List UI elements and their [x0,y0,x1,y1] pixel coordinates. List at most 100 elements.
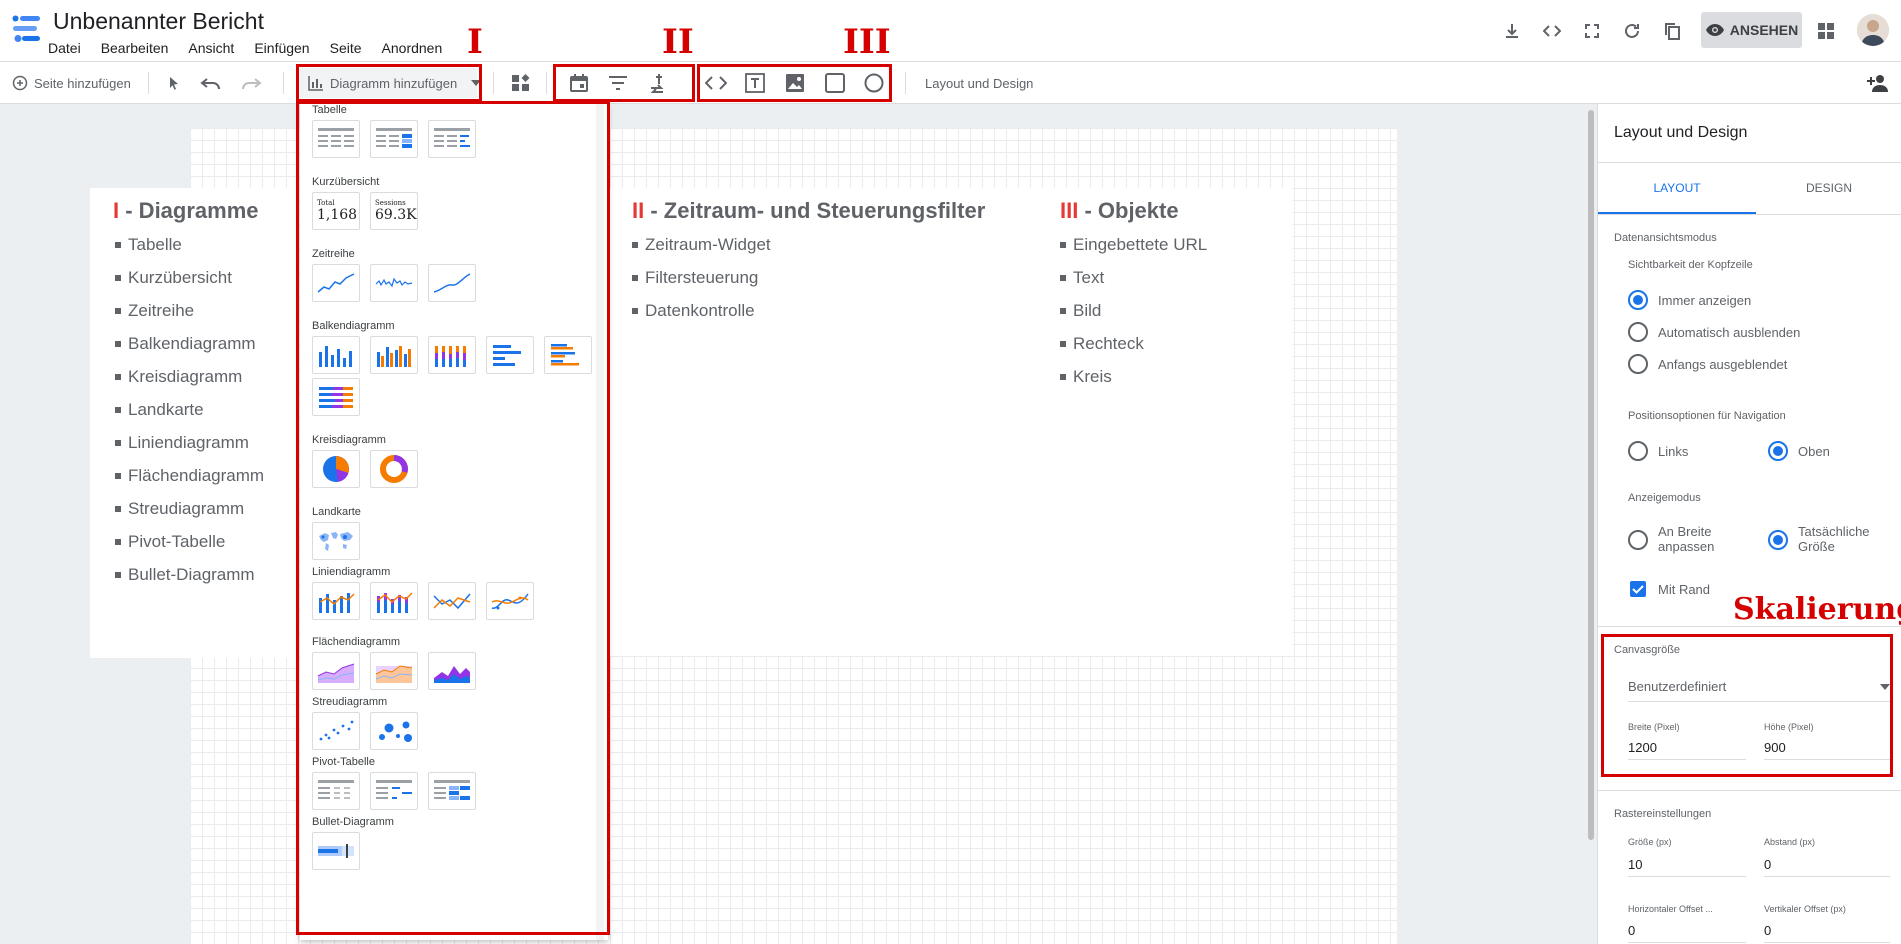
menu-ansicht[interactable]: Ansicht [188,38,234,58]
line-chart-option[interactable] [428,582,476,620]
stacked-combo-option[interactable] [370,582,418,620]
select-pointer-icon[interactable] [166,69,182,97]
geo-map-option[interactable] [312,522,360,560]
image-icon[interactable] [785,69,805,97]
list-item: Bullet-Diagramm [115,558,264,591]
column-chart-option[interactable] [312,336,360,374]
embed-url-icon[interactable] [705,69,727,97]
layout-design-button[interactable]: Layout und Design [925,69,1033,97]
header-visibility-label: Sichtbarkeit der Kopfzeile [1628,259,1753,271]
menu-einfuegen[interactable]: Einfügen [254,38,309,58]
table-chart-option[interactable] [312,120,360,158]
bubble-chart-option[interactable] [370,712,418,750]
refresh-icon[interactable] [1617,16,1647,46]
menu-seite[interactable]: Seite [330,38,362,58]
section-label-area: Flächendiagramm [312,636,401,648]
add-chart-button[interactable]: Diagramm hinzufügen [300,68,482,98]
toolbar-divider [546,72,547,94]
pivot-table-option[interactable] [312,772,360,810]
apps-grid-icon[interactable] [1811,16,1841,46]
pie-chart-option[interactable] [312,450,360,488]
section-label-scatter: Streudiagramm [312,696,388,708]
canvas-size-select[interactable]: Benutzerdefiniert [1628,672,1890,702]
tab-design[interactable]: DESIGN [1756,162,1901,214]
copy-icon[interactable] [1657,16,1687,46]
list-item: Flächendiagramm [115,459,264,492]
scorecard-compact-option[interactable]: Sessions 69.3K [370,192,418,230]
data-control-icon[interactable] [647,69,667,97]
share-add-person-icon[interactable] [1866,69,1890,97]
stacked-area-option[interactable] [370,652,418,690]
radio-always-show[interactable] [1628,290,1648,310]
redo-icon[interactable] [240,69,262,97]
tab-layout[interactable]: LAYOUT [1598,162,1756,214]
scrollbar-thumb[interactable] [1588,110,1594,840]
circle-icon[interactable] [864,69,884,97]
bullet-chart-option[interactable] [312,832,360,870]
bar-chart-option[interactable] [486,336,534,374]
download-icon[interactable] [1497,16,1527,46]
smoothed-timeseries-option[interactable] [428,264,476,302]
v-offset-input[interactable]: 0 [1764,923,1890,943]
list-item: Streudiagramm [115,492,264,525]
scorecard-option[interactable]: Total 1,168 [312,192,360,230]
view-button[interactable]: ANSEHEN [1701,12,1802,48]
radio-nav-top[interactable] [1768,441,1788,461]
avatar[interactable] [1857,14,1889,46]
text-box-group-filters-objects[interactable]: II - Zeitraum- und Steuerungsfilter Zeit… [610,188,1292,656]
undo-icon[interactable] [200,69,222,97]
grid-size-input[interactable]: 10 [1628,857,1746,877]
radio-label: Immer anzeigen [1658,293,1752,308]
table-bars-option[interactable] [428,120,476,158]
fullscreen-icon[interactable] [1577,16,1607,46]
pivot-heatmap-option[interactable] [428,772,476,810]
dropdown-scrollbar[interactable] [596,104,604,940]
radio-initially-hidden[interactable] [1628,354,1648,374]
list-item: Kreisdiagramm [115,360,264,393]
scatter-chart-option[interactable] [312,712,360,750]
text-box-icon[interactable] [745,69,765,97]
grouped-column-option[interactable] [370,336,418,374]
text-box-group-diagrams[interactable]: I - Diagramme Tabelle Kurzübersicht Zeit… [90,188,299,658]
canvas-height-input[interactable]: 900 [1764,740,1890,760]
report-title[interactable]: Unbenannter Bericht [53,8,264,35]
radio-actual-size[interactable] [1768,530,1788,550]
add-page-button[interactable]: Seite hinzufügen [12,69,131,97]
filter-control-icon[interactable] [608,69,628,97]
area-chart-option[interactable] [312,652,360,690]
app-logo-icon[interactable] [10,13,42,45]
menu-bearbeiten[interactable]: Bearbeiten [101,38,169,58]
checkbox-with-border[interactable] [1630,581,1646,597]
date-range-icon[interactable] [569,69,589,97]
stacked-bar-option[interactable] [312,378,360,416]
timeseries-option[interactable] [312,264,360,302]
spacing-input[interactable]: 0 [1764,857,1890,877]
canvas-width-input[interactable]: 1200 [1628,740,1746,760]
combo-chart-option[interactable] [312,582,360,620]
checkbox-label: Mit Rand [1658,582,1711,597]
dropdown-arrow-icon [1880,683,1890,690]
sparkline-option[interactable] [370,264,418,302]
percent-area-option[interactable] [428,652,476,690]
smoothed-line-option[interactable] [486,582,534,620]
embed-code-icon[interactable] [1537,16,1567,46]
list-item: Text [1060,261,1207,294]
pivot-bars-option[interactable] [370,772,418,810]
list-item: Kreis [1060,360,1207,393]
donut-chart-option[interactable] [370,450,418,488]
radio-fit-width[interactable] [1628,530,1648,550]
rectangle-icon[interactable] [825,69,845,97]
grid-settings-label: Rastereinstellungen [1614,808,1712,820]
menu-datei[interactable]: Datei [48,38,81,58]
table-heatmap-option[interactable] [370,120,418,158]
stacked-column-option[interactable] [428,336,476,374]
h-offset-input[interactable]: 0 [1628,923,1746,943]
radio-label: An Breite anpassen [1658,524,1715,554]
toolbar-divider [905,72,906,94]
radio-nav-left[interactable] [1628,441,1648,461]
menu-anordnen[interactable]: Anordnen [382,38,443,58]
radio-auto-hide[interactable] [1628,322,1648,342]
grouped-bar-option[interactable] [544,336,592,374]
add-component-icon[interactable] [511,69,531,97]
radio-label: Automatisch ausblenden [1658,325,1801,340]
